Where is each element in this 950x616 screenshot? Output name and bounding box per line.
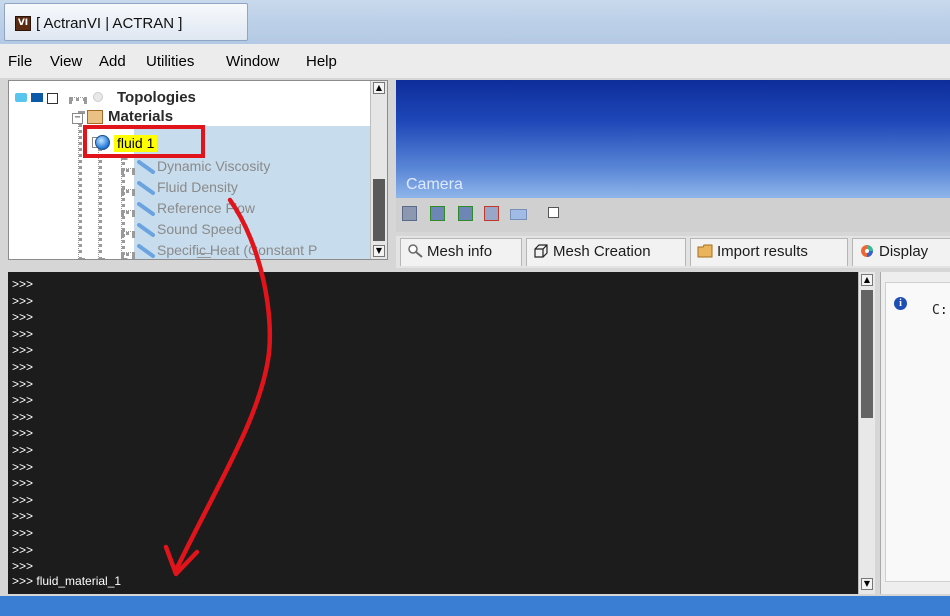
camera-remove-icon[interactable]	[484, 206, 499, 221]
property-icon	[137, 223, 155, 237]
camera-label: Camera	[406, 176, 463, 193]
console-scroll-thumb[interactable]	[861, 290, 873, 418]
camera-toolbar	[396, 198, 950, 232]
tab-bar: Mesh info Mesh Creation Import results D…	[396, 236, 950, 268]
menu-add[interactable]: Add	[99, 53, 126, 70]
tree-connector	[121, 157, 125, 259]
tab-import-results[interactable]: Import results	[690, 238, 848, 266]
console-scrollbar[interactable]: ▲ ▼	[858, 272, 875, 594]
view-solid-icon[interactable]	[15, 93, 27, 102]
camera-add-icon[interactable]	[430, 206, 445, 221]
materials-folder-icon	[87, 110, 103, 124]
tree-scroll-up-icon[interactable]: ▲	[373, 82, 385, 94]
tree-scroll-thumb[interactable]	[373, 179, 385, 241]
tab-mesh-info[interactable]: Mesh info	[400, 238, 522, 266]
info-icon: i	[894, 297, 907, 310]
console-prompt-line: >>>	[12, 409, 34, 424]
status-bar	[0, 596, 950, 616]
console-last-line: >>> fluid_material_1	[12, 574, 122, 588]
console-prompt-line: >>>	[12, 293, 34, 308]
visibility-checkbox[interactable]	[47, 93, 58, 104]
tree-scrollbar[interactable]: ▲ ▼	[370, 81, 387, 259]
tree-connector	[121, 168, 135, 172]
menu-help[interactable]: Help	[306, 53, 337, 70]
tree-property-sound-speed[interactable]: Sound Speed	[157, 221, 242, 237]
property-icon	[137, 160, 155, 174]
tree-property-reference-flow[interactable]: Reference Flow	[157, 200, 255, 216]
camera-fit-icon[interactable]	[402, 206, 417, 221]
console-prompt-line: >>>	[12, 492, 34, 507]
tree-connector	[78, 111, 82, 259]
menu-view[interactable]: View	[50, 53, 82, 70]
window-tab[interactable]: VI [ ActranVI | ACTRAN ]	[4, 3, 248, 41]
tree-scroll-down-icon[interactable]: ▼	[373, 245, 385, 257]
console-prompt-line: >>>	[12, 326, 34, 341]
model-tree-panel: Topologies − Materials − fluid 1 Dynamic…	[8, 80, 388, 260]
tree-property-dynamic-viscosity[interactable]: Dynamic Viscosity	[157, 158, 270, 174]
tab-mesh-info-label: Mesh info	[427, 243, 493, 260]
console-prompt-line: >>>	[12, 559, 34, 574]
cube-icon	[534, 244, 548, 258]
tree-property-specific-heat[interactable]: Specific Heat (Constant P	[157, 242, 317, 258]
property-icon	[137, 202, 155, 216]
console-prompt-line: >>>	[12, 526, 34, 540]
console-prompt-line: >>>	[12, 426, 34, 441]
tree-topologies[interactable]: Topologies	[117, 89, 196, 106]
tree-materials[interactable]: Materials	[108, 108, 173, 125]
console-scroll-up-icon[interactable]: ▲	[861, 274, 873, 286]
menu-bar: File View Add Utilities Window Help	[0, 44, 950, 78]
tree-connector	[121, 189, 135, 193]
tab-mesh-creation[interactable]: Mesh Creation	[526, 238, 686, 266]
annotation-highlight-box	[83, 125, 205, 158]
folder-icon	[697, 244, 713, 258]
camera-screen-icon[interactable]	[510, 209, 527, 220]
tree-connector	[98, 147, 102, 259]
tree-connector	[69, 97, 87, 101]
tab-mesh-creation-label: Mesh Creation	[553, 243, 651, 260]
window-title: [ ActranVI | ACTRAN ]	[36, 15, 183, 32]
console-scroll-down-icon[interactable]: ▼	[861, 578, 873, 590]
menu-window[interactable]: Window	[226, 53, 279, 70]
camera-checkbox[interactable]	[548, 207, 559, 218]
3d-viewport[interactable]: Camera	[396, 80, 950, 198]
tab-display[interactable]: Display	[852, 238, 950, 266]
magnifier-icon	[408, 244, 423, 258]
view-shaded-icon[interactable]	[31, 93, 43, 102]
info-box: i C:	[885, 282, 950, 582]
python-console[interactable]: >>> >>> >>> >>> >>> >>> >>> >>> >>> >>> >>> >>> >>> >…	[8, 272, 858, 594]
tab-import-results-label: Import results	[717, 243, 808, 260]
menu-file[interactable]: File	[8, 53, 32, 70]
console-prompt-line: >>>	[12, 277, 34, 291]
color-wheel-icon	[861, 245, 873, 257]
tab-display-label: Display	[879, 243, 929, 260]
console-prompt-line: >>>	[12, 310, 34, 325]
tree-connector	[121, 210, 135, 214]
tree-property-fluid-density[interactable]: Fluid Density	[157, 179, 238, 195]
info-panel: i C:	[880, 272, 950, 594]
console-prompt-line: >>>	[12, 393, 34, 408]
console-prompt-line: >>>	[12, 360, 34, 374]
tree-connector	[121, 231, 135, 235]
info-text: C:	[932, 303, 948, 318]
materials-collapse-toggle[interactable]: −	[72, 113, 83, 124]
window-titlebar: VI [ ActranVI | ACTRAN ]	[0, 0, 950, 44]
camera-add-view-icon[interactable]	[458, 206, 473, 221]
menu-utilities[interactable]: Utilities	[146, 53, 194, 70]
property-icon	[137, 244, 155, 258]
console-prompt-line: >>>	[12, 459, 34, 474]
console-prompt-line: >>>	[12, 509, 34, 524]
tree-horizontal-grip[interactable]	[197, 253, 211, 258]
property-icon	[137, 181, 155, 195]
console-prompt-line: >>>	[12, 542, 34, 557]
console-prompt-line: >>>	[12, 443, 34, 457]
console-prompt-line: >>>	[12, 343, 34, 358]
topology-icon	[93, 92, 103, 102]
actran-app-icon: VI	[15, 16, 31, 31]
console-prompt-line: >>>	[12, 376, 34, 391]
console-prompt-line: >>>	[12, 476, 34, 491]
tree-connector	[121, 252, 135, 256]
